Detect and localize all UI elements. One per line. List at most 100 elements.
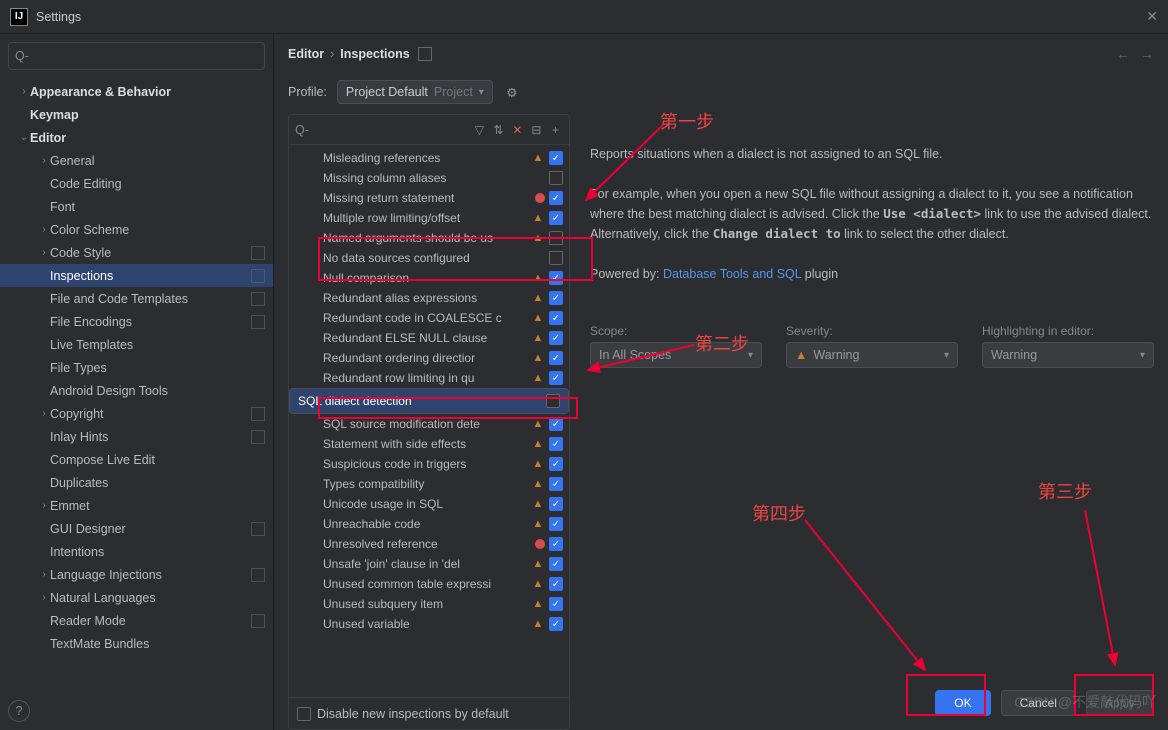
sidebar-item-inlay-hints[interactable]: Inlay Hints [0,425,273,448]
list-search[interactable]: Q- [295,123,468,137]
sidebar-item-font[interactable]: Font [0,195,273,218]
sidebar-item-duplicates[interactable]: Duplicates [0,471,273,494]
sidebar-item-inspections[interactable]: Inspections [0,264,273,287]
inspection-checkbox[interactable]: ✓ [549,351,563,365]
sidebar-item-intentions[interactable]: Intentions [0,540,273,563]
inspection-sql-dialect-detection[interactable]: SQL dialect detection [289,388,569,414]
crumb-editor[interactable]: Editor [288,47,324,61]
inspection-types-compatibility[interactable]: Types compatibility▲✓ [289,474,569,494]
sidebar-item-color-scheme[interactable]: ›Color Scheme [0,218,273,241]
apply-button[interactable]: Apply [1086,690,1154,716]
gear-icon[interactable]: ⚙ [503,83,521,101]
highlight-select[interactable]: Warning ▾ [982,342,1154,368]
nav-fwd-icon[interactable]: → [1140,46,1154,62]
sidebar-item-reader-mode[interactable]: Reader Mode [0,609,273,632]
inspection-checkbox[interactable]: ✓ [549,191,563,205]
inspection-redundant-code-in-coalesce-c[interactable]: Redundant code in COALESCE c▲✓ [289,308,569,328]
inspection-checkbox[interactable]: ✓ [549,617,563,631]
inspection-checkbox[interactable] [549,231,563,245]
inspection-unreachable-code[interactable]: Unreachable code▲✓ [289,514,569,534]
scope-select[interactable]: In All Scopes ▾ [590,342,762,368]
inspection-missing-return-statement[interactable]: Missing return statement✓ [289,188,569,208]
sidebar-item-copyright[interactable]: ›Copyright [0,402,273,425]
sidebar-item-gui-designer[interactable]: GUI Designer [0,517,273,540]
inspection-checkbox[interactable]: ✓ [549,311,563,325]
sidebar-item-file-types[interactable]: File Types [0,356,273,379]
inspection-redundant-else-null-clause[interactable]: Redundant ELSE NULL clause▲✓ [289,328,569,348]
inspection-sql-source-modification-dete[interactable]: SQL source modification dete▲✓ [289,414,569,434]
clear-icon[interactable]: ✕ [510,123,525,137]
cancel-button[interactable]: Cancel [1001,690,1076,716]
inspection-checkbox[interactable] [549,251,563,265]
inspection-checkbox[interactable]: ✓ [549,291,563,305]
ok-button[interactable]: OK [935,690,990,716]
inspection-checkbox[interactable]: ✓ [549,517,563,531]
sidebar-search-input[interactable] [33,49,258,63]
inspection-checkbox[interactable] [549,171,563,185]
desc-link[interactable]: Database Tools and SQL [663,267,801,281]
collapse-icon[interactable]: ⊟ [529,123,544,137]
sidebar-item-general[interactable]: ›General [0,149,273,172]
filter-icon[interactable]: ▽ [472,123,487,137]
inspection-checkbox[interactable]: ✓ [549,597,563,611]
sidebar-item-code-editing[interactable]: Code Editing [0,172,273,195]
inspection-multiple-row-limiting-offset[interactable]: Multiple row limiting/offset▲✓ [289,208,569,228]
sidebar-item-compose-live-edit[interactable]: Compose Live Edit [0,448,273,471]
inspection-unused-common-table-expressi[interactable]: Unused common table expressi▲✓ [289,574,569,594]
close-icon[interactable]: ✕ [1146,8,1158,25]
sidebar-item-code-style[interactable]: ›Code Style [0,241,273,264]
sidebar-item-android-design-tools[interactable]: Android Design Tools [0,379,273,402]
inspection-checkbox[interactable]: ✓ [549,457,563,471]
inspection-checkbox[interactable]: ✓ [549,271,563,285]
sidebar-item-file-and-code-templates[interactable]: File and Code Templates [0,287,273,310]
inspection-checkbox[interactable] [546,394,560,408]
sidebar-item-emmet[interactable]: ›Emmet [0,494,273,517]
inspection-redundant-row-limiting-in-qu[interactable]: Redundant row limiting in qu▲✓ [289,368,569,388]
inspection-checkbox[interactable]: ✓ [549,331,563,345]
inspection-checkbox[interactable]: ✓ [549,437,563,451]
sidebar-search[interactable]: Q- [8,42,265,70]
inspection-checkbox[interactable]: ✓ [549,371,563,385]
inspection-misleading-references[interactable]: Misleading references▲✓ [289,148,569,168]
dialog-buttons: OK Cancel Apply [935,690,1154,716]
sidebar-item-live-templates[interactable]: Live Templates [0,333,273,356]
sidebar-item-appearance-behavior[interactable]: ›Appearance & Behavior [0,80,273,103]
nav-back-icon[interactable]: ← [1116,46,1130,62]
inspection-unresolved-reference[interactable]: Unresolved reference✓ [289,534,569,554]
inspection-checkbox[interactable]: ✓ [549,497,563,511]
inspection-unused-variable[interactable]: Unused variable▲✓ [289,614,569,634]
inspection-checkbox[interactable]: ✓ [549,211,563,225]
expand-icon[interactable]: ⇅ [491,123,506,137]
inspection-redundant-ordering-directior[interactable]: Redundant ordering directior▲✓ [289,348,569,368]
inspection-named-arguments-should-be-us[interactable]: Named arguments should be us▲ [289,228,569,248]
inspection-checkbox[interactable]: ✓ [549,577,563,591]
sidebar-item-natural-languages[interactable]: ›Natural Languages [0,586,273,609]
inspection-no-data-sources-configured[interactable]: No data sources configured [289,248,569,268]
add-icon[interactable]: + [548,123,563,137]
inspection-checkbox[interactable]: ✓ [549,537,563,551]
desc-p3a: Powered by: [590,267,663,281]
sidebar-item-textmate-bundles[interactable]: TextMate Bundles [0,632,273,655]
inspection-unicode-usage-in-sql[interactable]: Unicode usage in SQL▲✓ [289,494,569,514]
inspection-tree[interactable]: Misleading references▲✓Missing column al… [289,145,569,697]
inspection-null-comparison[interactable]: Null comparison▲✓ [289,268,569,288]
list-search-input[interactable] [313,123,468,137]
disable-new-checkbox[interactable] [297,707,311,721]
inspection-checkbox[interactable]: ✓ [549,477,563,491]
inspection-unsafe-join-clause-in-del[interactable]: Unsafe 'join' clause in 'del▲✓ [289,554,569,574]
sidebar-item-keymap[interactable]: Keymap [0,103,273,126]
inspection-missing-column-aliases[interactable]: Missing column aliases [289,168,569,188]
inspection-checkbox[interactable]: ✓ [549,151,563,165]
inspection-checkbox[interactable]: ✓ [549,557,563,571]
inspection-redundant-alias-expressions[interactable]: Redundant alias expressions▲✓ [289,288,569,308]
inspection-suspicious-code-in-triggers[interactable]: Suspicious code in triggers▲✓ [289,454,569,474]
help-button[interactable]: ? [8,700,30,722]
inspection-unused-subquery-item[interactable]: Unused subquery item▲✓ [289,594,569,614]
sidebar-item-editor[interactable]: ⌄Editor [0,126,273,149]
inspection-checkbox[interactable]: ✓ [549,417,563,431]
severity-select[interactable]: ▲ Warning ▾ [786,342,958,368]
profile-select[interactable]: Project Default Project ▾ [337,80,493,104]
inspection-statement-with-side-effects[interactable]: Statement with side effects▲✓ [289,434,569,454]
sidebar-item-language-injections[interactable]: ›Language Injections [0,563,273,586]
sidebar-item-file-encodings[interactable]: File Encodings [0,310,273,333]
